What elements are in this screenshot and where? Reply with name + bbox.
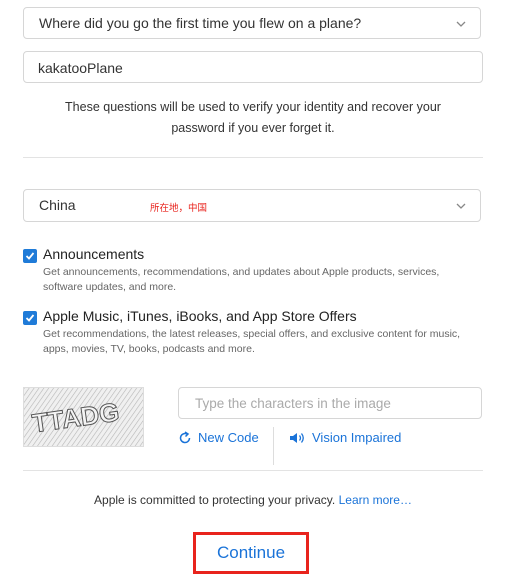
checkmark-icon [25,314,35,322]
vision-impaired-button[interactable]: Vision Impaired [289,430,401,445]
new-code-label: New Code [198,430,259,445]
offers-checkbox[interactable] [23,311,37,325]
announcements-checkbox[interactable] [23,249,37,263]
security-note-line1: These questions will be used to verify y… [65,100,441,114]
refresh-icon [179,430,191,443]
speaker-icon [290,432,304,443]
divider [23,157,483,158]
security-question-select[interactable]: Where did you go the first time you flew… [23,7,481,39]
security-note-line2: password if you ever forget it. [171,121,335,135]
offers-desc-line1: Get recommendations, the latest releases… [43,328,461,340]
privacy-text: Apple is committed to protecting your pr… [94,493,336,507]
country-select[interactable]: China 所在地，中国 [23,189,481,222]
security-question-value: Where did you go the first time you flew… [39,15,362,31]
offers-desc-line2: apps, movies, TV, books, podcasts and mo… [43,343,255,355]
privacy-notice: Apple is committed to protecting your pr… [23,493,483,507]
announcements-desc-line2: software updates, and more. [43,281,177,293]
chevron-down-icon [456,203,466,209]
new-code-button[interactable]: New Code [178,430,259,445]
security-answer-field[interactable]: kakatooPlane [23,51,483,83]
country-annotation: 所在地，中国 [150,203,208,214]
captcha-input[interactable] [193,395,467,412]
offers-title: Apple Music, iTunes, iBooks, and App Sto… [43,308,357,324]
captcha-image: TTADG [23,387,144,447]
security-answer-value: kakatooPlane [38,60,123,76]
continue-button[interactable]: Continue [196,535,306,571]
divider [23,470,483,471]
captcha-divider [273,427,274,465]
security-note: These questions will be used to verify y… [23,97,483,139]
announcements-desc: Get announcements, recommendations, and … [43,265,473,295]
learn-more-link[interactable]: Learn more… [339,493,412,507]
country-value: China [39,197,76,213]
captcha-field[interactable] [178,387,482,419]
offers-desc: Get recommendations, the latest releases… [43,327,473,357]
announcements-title: Announcements [43,246,145,262]
captcha-graphic: TTADG [24,388,143,446]
chevron-down-icon [456,21,466,27]
checkmark-icon [25,252,35,260]
vision-impaired-label: Vision Impaired [312,430,402,445]
continue-highlight: Continue [193,532,309,574]
announcements-desc-line1: Get announcements, recommendations, and … [43,266,440,278]
